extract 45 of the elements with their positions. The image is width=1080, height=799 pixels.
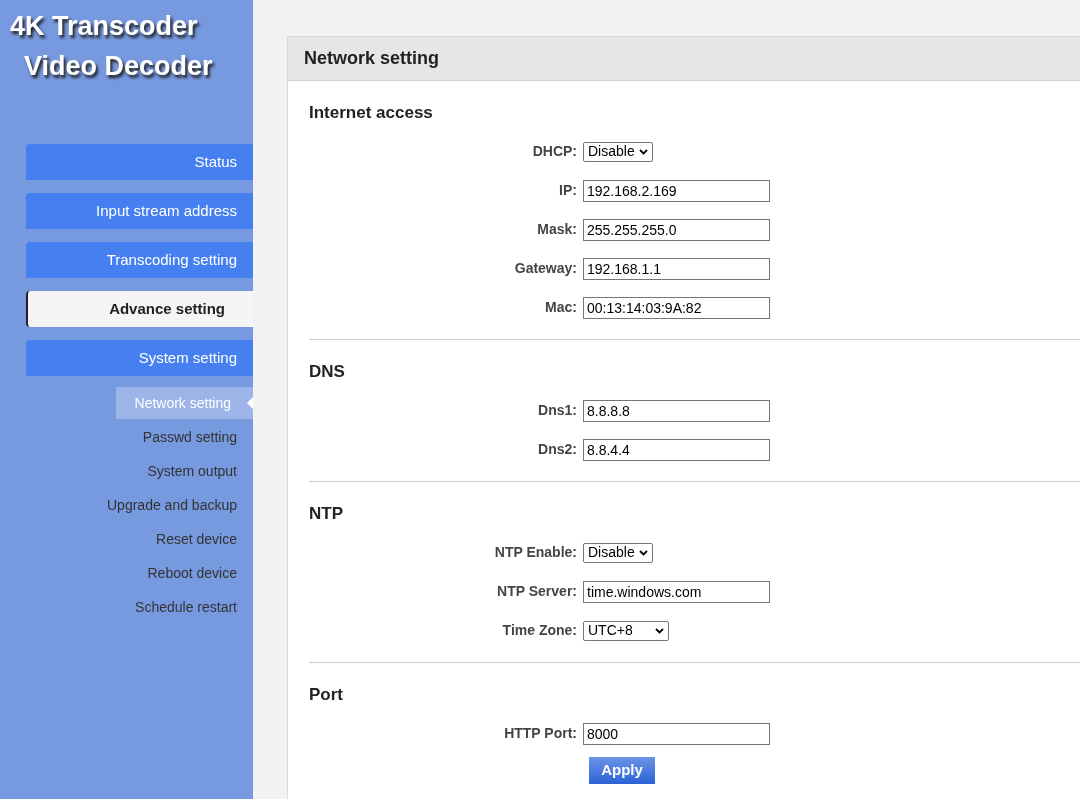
section-title: Port [309, 684, 343, 706]
subnav-link[interactable]: System output [147, 455, 253, 487]
text-field[interactable]: 192.168.1.1 [583, 257, 770, 280]
pointer-icon [247, 397, 253, 409]
field-label: Time Zone: [502, 621, 577, 640]
text-field[interactable]: time.windows.com [583, 580, 770, 603]
field-label: Mac: [545, 298, 577, 317]
dropdown[interactable]: Disable [583, 542, 653, 563]
field-label: NTP Server: [497, 582, 577, 601]
text-field[interactable]: 8.8.8.8 [583, 399, 770, 422]
field-label: DHCP: [532, 142, 577, 161]
text-field[interactable]: 255.255.255.0 [583, 218, 770, 241]
field-label: IP: [559, 181, 577, 200]
logo-text: Video Decoder [23, 50, 213, 83]
nav-button[interactable]: System setting [26, 340, 253, 376]
field-label: Dns2: [538, 440, 577, 459]
field-label: Dns1: [538, 401, 577, 420]
section-title: Internet access [309, 102, 433, 124]
nav-button[interactable]: Advance setting [26, 291, 253, 327]
text-field[interactable]: 192.168.2.169 [583, 179, 770, 202]
dropdown[interactable]: UTC+8 [583, 620, 669, 641]
text-field[interactable]: 00:13:14:03:9A:82 [583, 296, 770, 319]
subnav-link[interactable]: Passwd setting [142, 421, 253, 453]
field-label: Mask: [537, 220, 577, 239]
field-label: Gateway: [514, 259, 577, 278]
dropdown[interactable]: Disable [583, 141, 653, 162]
chevron-down-icon [638, 549, 648, 556]
field-label: HTTP Port: [504, 724, 577, 743]
subnav-link[interactable]: Reboot device [147, 557, 253, 589]
subnav-link[interactable]: Reset device [156, 523, 253, 555]
logo-text: 4K Transcoder [10, 10, 198, 43]
nav-button[interactable]: Status [26, 144, 253, 180]
chevron-down-icon [655, 627, 664, 634]
field-label: NTP Enable: [494, 543, 577, 562]
text-field[interactable]: 8000 [583, 722, 770, 745]
apply-button[interactable]: Apply [589, 757, 655, 784]
chevron-down-icon [638, 148, 648, 155]
text-field[interactable]: 8.8.4.4 [583, 438, 770, 461]
panel-header: Network setting [288, 37, 1080, 81]
subnav-link[interactable]: Upgrade and backup [107, 489, 253, 521]
section-title: DNS [309, 361, 345, 383]
section-title: NTP [309, 503, 343, 525]
subnav-link[interactable]: Schedule restart [135, 591, 253, 623]
nav-button[interactable]: Transcoding setting [26, 242, 253, 278]
nav-button[interactable]: Input stream address [26, 193, 253, 229]
